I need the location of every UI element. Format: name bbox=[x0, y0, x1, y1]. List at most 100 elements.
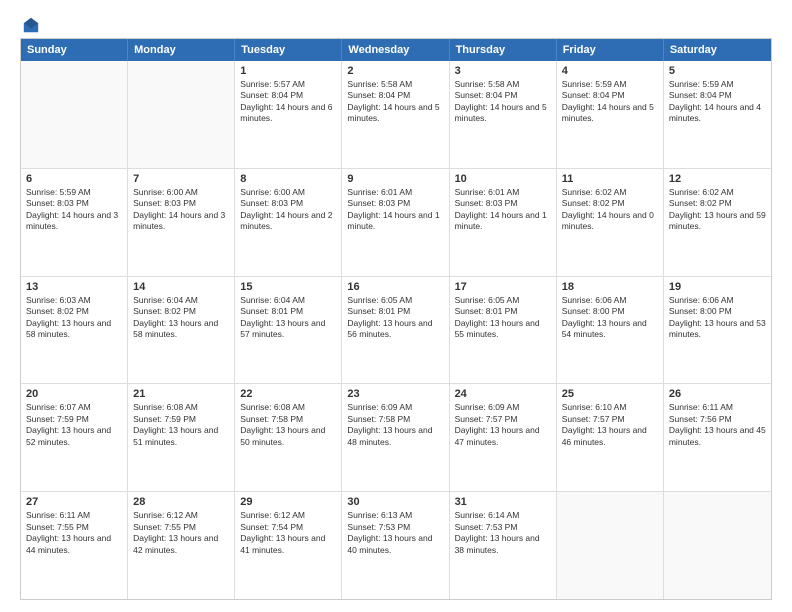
cell-info: Sunrise: 6:05 AMSunset: 8:01 PMDaylight:… bbox=[455, 295, 551, 341]
day-number: 28 bbox=[133, 496, 229, 508]
day-number: 20 bbox=[26, 388, 122, 400]
calendar-cell: 30 Sunrise: 6:13 AMSunset: 7:53 PMDayligh… bbox=[342, 492, 449, 599]
weekday-header-tuesday: Tuesday bbox=[235, 39, 342, 61]
cell-info: Sunrise: 6:05 AMSunset: 8:01 PMDaylight:… bbox=[347, 295, 443, 341]
cell-info: Sunrise: 5:59 AMSunset: 8:04 PMDaylight:… bbox=[562, 79, 658, 125]
cell-info: Sunrise: 6:00 AMSunset: 8:03 PMDaylight:… bbox=[133, 187, 229, 233]
weekday-header-sunday: Sunday bbox=[21, 39, 128, 61]
weekday-header-thursday: Thursday bbox=[450, 39, 557, 61]
calendar-cell: 18 Sunrise: 6:06 AMSunset: 8:00 PMDayligh… bbox=[557, 277, 664, 384]
calendar-cell: 13 Sunrise: 6:03 AMSunset: 8:02 PMDayligh… bbox=[21, 277, 128, 384]
cell-info: Sunrise: 6:07 AMSunset: 7:59 PMDaylight:… bbox=[26, 402, 122, 448]
calendar-cell: 5 Sunrise: 5:59 AMSunset: 8:04 PMDaylight… bbox=[664, 61, 771, 168]
calendar-cell: 7Sunrise: 6:00 AMSunset: 8:03 PMDaylight… bbox=[128, 169, 235, 276]
calendar-cell: 11Sunrise: 6:02 AMSunset: 8:02 PMDayligh… bbox=[557, 169, 664, 276]
cell-info: Sunrise: 6:09 AMSunset: 7:58 PMDaylight:… bbox=[347, 402, 443, 448]
day-number: 19 bbox=[669, 281, 766, 293]
cell-info: Sunrise: 6:01 AMSunset: 8:03 PMDaylight:… bbox=[347, 187, 443, 233]
cell-info: Sunrise: 6:04 AMSunset: 8:01 PMDaylight:… bbox=[240, 295, 336, 341]
cell-info: Sunrise: 6:13 AMSunset: 7:53 PMDaylight:… bbox=[347, 510, 443, 556]
calendar-body: 1Sunrise: 5:57 AMSunset: 8:04 PMDaylight… bbox=[21, 61, 771, 599]
calendar-cell: 22Sunrise: 6:08 AMSunset: 7:58 PMDayligh… bbox=[235, 384, 342, 491]
day-number: 11 bbox=[562, 173, 658, 185]
calendar-cell: 23 Sunrise: 6:09 AMSunset: 7:58 PMDayligh… bbox=[342, 384, 449, 491]
day-number: 30 bbox=[347, 496, 443, 508]
day-number: 1 bbox=[240, 65, 336, 77]
calendar-cell: 2 Sunrise: 5:58 AMSunset: 8:04 PMDaylight… bbox=[342, 61, 449, 168]
logo-icon bbox=[22, 16, 40, 34]
calendar-cell bbox=[21, 61, 128, 168]
cell-info: Sunrise: 6:14 AMSunset: 7:53 PMDaylight:… bbox=[455, 510, 551, 556]
cell-info: Sunrise: 6:00 AMSunset: 8:03 PMDaylight:… bbox=[240, 187, 336, 233]
day-number: 23 bbox=[347, 388, 443, 400]
calendar-cell: 14 Sunrise: 6:04 AMSunset: 8:02 PMDayligh… bbox=[128, 277, 235, 384]
calendar-cell bbox=[664, 492, 771, 599]
cell-info: Sunrise: 5:58 AMSunset: 8:04 PMDaylight:… bbox=[347, 79, 443, 125]
calendar-cell: 3 Sunrise: 5:58 AMSunset: 8:04 PMDaylight… bbox=[450, 61, 557, 168]
cell-info: Sunrise: 6:12 AMSunset: 7:55 PMDaylight:… bbox=[133, 510, 229, 556]
cell-info: Sunrise: 6:08 AMSunset: 7:59 PMDaylight:… bbox=[133, 402, 229, 448]
calendar-row-4: 27 Sunrise: 6:11 AMSunset: 7:55 PMDayligh… bbox=[21, 492, 771, 599]
calendar-cell: 15 Sunrise: 6:04 AMSunset: 8:01 PMDayligh… bbox=[235, 277, 342, 384]
day-number: 10 bbox=[455, 173, 551, 185]
day-number: 12 bbox=[669, 173, 766, 185]
day-number: 17 bbox=[455, 281, 551, 293]
day-number: 3 bbox=[455, 65, 551, 77]
calendar-cell: 21 Sunrise: 6:08 AMSunset: 7:59 PMDayligh… bbox=[128, 384, 235, 491]
calendar-cell: 6 Sunrise: 5:59 AMSunset: 8:03 PMDaylight… bbox=[21, 169, 128, 276]
day-number: 9 bbox=[347, 173, 443, 185]
cell-info: Sunrise: 6:06 AMSunset: 8:00 PMDaylight:… bbox=[562, 295, 658, 341]
weekday-header-friday: Friday bbox=[557, 39, 664, 61]
calendar-row-0: 1Sunrise: 5:57 AMSunset: 8:04 PMDaylight… bbox=[21, 61, 771, 169]
calendar-cell: 19Sunrise: 6:06 AMSunset: 8:00 PMDayligh… bbox=[664, 277, 771, 384]
calendar-cell: 12 Sunrise: 6:02 AMSunset: 8:02 PMDayligh… bbox=[664, 169, 771, 276]
day-number: 27 bbox=[26, 496, 122, 508]
calendar-cell: 24 Sunrise: 6:09 AMSunset: 7:57 PMDayligh… bbox=[450, 384, 557, 491]
cell-info: Sunrise: 6:11 AMSunset: 7:55 PMDaylight:… bbox=[26, 510, 122, 556]
cell-info: Sunrise: 6:09 AMSunset: 7:57 PMDaylight:… bbox=[455, 402, 551, 448]
day-number: 13 bbox=[26, 281, 122, 293]
cell-info: Sunrise: 6:08 AMSunset: 7:58 PMDaylight:… bbox=[240, 402, 336, 448]
calendar-cell bbox=[128, 61, 235, 168]
logo-text bbox=[20, 16, 40, 34]
cell-info: Sunrise: 6:12 AMSunset: 7:54 PMDaylight:… bbox=[240, 510, 336, 556]
calendar-header: SundayMondayTuesdayWednesdayThursdayFrid… bbox=[21, 39, 771, 61]
cell-info: Sunrise: 5:59 AMSunset: 8:03 PMDaylight:… bbox=[26, 187, 122, 233]
day-number: 18 bbox=[562, 281, 658, 293]
day-number: 21 bbox=[133, 388, 229, 400]
calendar-cell: 8Sunrise: 6:00 AMSunset: 8:03 PMDaylight… bbox=[235, 169, 342, 276]
cell-info: Sunrise: 6:10 AMSunset: 7:57 PMDaylight:… bbox=[562, 402, 658, 448]
weekday-header-wednesday: Wednesday bbox=[342, 39, 449, 61]
day-number: 2 bbox=[347, 65, 443, 77]
calendar-cell bbox=[557, 492, 664, 599]
cell-info: Sunrise: 6:02 AMSunset: 8:02 PMDaylight:… bbox=[669, 187, 766, 233]
calendar-cell: 20 Sunrise: 6:07 AMSunset: 7:59 PMDayligh… bbox=[21, 384, 128, 491]
day-number: 16 bbox=[347, 281, 443, 293]
header bbox=[20, 16, 772, 30]
calendar-row-3: 20 Sunrise: 6:07 AMSunset: 7:59 PMDayligh… bbox=[21, 384, 771, 492]
calendar-cell: 17 Sunrise: 6:05 AMSunset: 8:01 PMDayligh… bbox=[450, 277, 557, 384]
day-number: 15 bbox=[240, 281, 336, 293]
page: SundayMondayTuesdayWednesdayThursdayFrid… bbox=[0, 0, 792, 612]
cell-info: Sunrise: 6:03 AMSunset: 8:02 PMDaylight:… bbox=[26, 295, 122, 341]
calendar-row-2: 13 Sunrise: 6:03 AMSunset: 8:02 PMDayligh… bbox=[21, 277, 771, 385]
day-number: 24 bbox=[455, 388, 551, 400]
day-number: 6 bbox=[26, 173, 122, 185]
calendar-cell: 10Sunrise: 6:01 AMSunset: 8:03 PMDayligh… bbox=[450, 169, 557, 276]
day-number: 31 bbox=[455, 496, 551, 508]
cell-info: Sunrise: 5:59 AMSunset: 8:04 PMDaylight:… bbox=[669, 79, 766, 125]
calendar-cell: 26Sunrise: 6:11 AMSunset: 7:56 PMDayligh… bbox=[664, 384, 771, 491]
day-number: 4 bbox=[562, 65, 658, 77]
calendar-cell: 27 Sunrise: 6:11 AMSunset: 7:55 PMDayligh… bbox=[21, 492, 128, 599]
weekday-header-monday: Monday bbox=[128, 39, 235, 61]
calendar-cell: 4 Sunrise: 5:59 AMSunset: 8:04 PMDaylight… bbox=[557, 61, 664, 168]
calendar-cell: 16 Sunrise: 6:05 AMSunset: 8:01 PMDayligh… bbox=[342, 277, 449, 384]
day-number: 5 bbox=[669, 65, 766, 77]
day-number: 14 bbox=[133, 281, 229, 293]
cell-info: Sunrise: 6:04 AMSunset: 8:02 PMDaylight:… bbox=[133, 295, 229, 341]
cell-info: Sunrise: 5:58 AMSunset: 8:04 PMDaylight:… bbox=[455, 79, 551, 125]
cell-info: Sunrise: 6:11 AMSunset: 7:56 PMDaylight:… bbox=[669, 402, 766, 448]
day-number: 29 bbox=[240, 496, 336, 508]
logo bbox=[20, 16, 40, 30]
calendar-row-1: 6 Sunrise: 5:59 AMSunset: 8:03 PMDaylight… bbox=[21, 169, 771, 277]
